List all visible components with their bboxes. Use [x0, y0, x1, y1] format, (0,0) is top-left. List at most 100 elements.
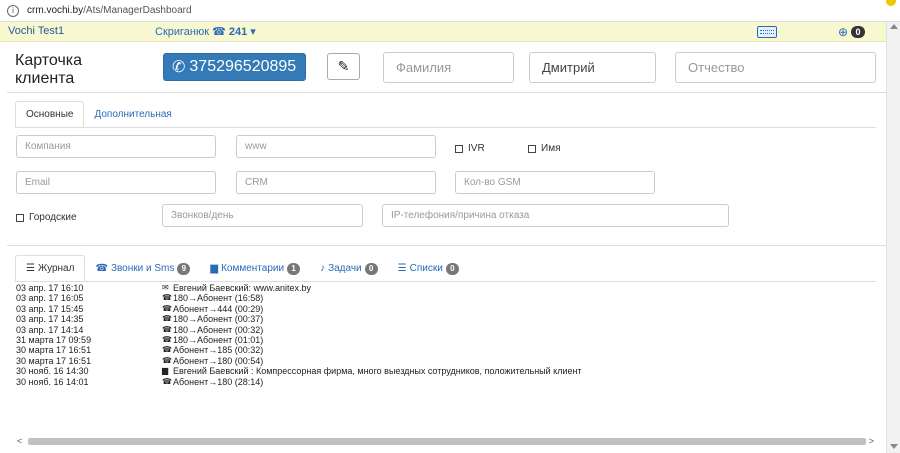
- count-badge: 9: [177, 262, 191, 275]
- ip-telephony-input[interactable]: IP-телефония/причина отказа: [382, 204, 729, 227]
- count-badge: 1: [287, 262, 301, 275]
- last-name-field[interactable]: Фамилия: [383, 52, 514, 83]
- entry-date: 30 марта 17 16:51: [16, 345, 92, 356]
- phone-icon: ☎: [212, 26, 226, 38]
- entry-text: 180→Абонент (01:01): [173, 334, 264, 345]
- phone-icon: ☎: [162, 334, 172, 344]
- url-text[interactable]: crm.vochi.by/Ats/ManagerDashboard: [27, 5, 192, 16]
- company-name[interactable]: Vochi Test1: [8, 25, 64, 37]
- tab-main[interactable]: Основные: [15, 101, 85, 128]
- tab-label: Звонки и Sms: [110, 263, 175, 274]
- entry-text: 180→Абонент (00:32): [173, 324, 264, 335]
- gsm-count-input[interactable]: Кол-во GSM: [455, 171, 655, 194]
- globe-icon[interactable]: ⊕: [838, 26, 848, 38]
- tab-label: Журнал: [37, 263, 75, 274]
- top-bar: Vochi Test1 Скриганюк ☎ 241 ▾ ⊕ 0: [0, 22, 886, 42]
- notification-badge[interactable]: 0: [851, 26, 865, 38]
- envelope-icon: ✉: [162, 283, 169, 292]
- calls-per-day-input[interactable]: Звонков/день: [162, 204, 363, 227]
- list-item: 03 апр. 17 15:45 ☎ Абонент→444 (00:29): [16, 304, 876, 314]
- page-title-line2: клиента: [15, 70, 75, 87]
- list-item: 03 апр. 17 16:05 ☎ 180→Абонент (16:58): [16, 293, 876, 303]
- edit-icon: ✎: [337, 58, 350, 74]
- tab-label: Задачи: [328, 263, 362, 274]
- tab-tasks[interactable]: ♪ Задачи 0: [310, 255, 388, 282]
- entry-date: 03 апр. 17 16:10: [16, 283, 84, 293]
- keyboard-icon[interactable]: [757, 26, 777, 38]
- list-item: 03 апр. 17 14:14 ☎ 180→Абонент (00:32): [16, 325, 876, 335]
- scroll-right-icon[interactable]: >: [869, 436, 874, 446]
- entry-date: 03 апр. 17 14:14: [16, 324, 84, 335]
- tab-comments[interactable]: ▆ Комментарии 1: [200, 255, 310, 282]
- entry-text: Абонент→444 (00:29): [173, 303, 264, 314]
- address-bar[interactable]: i crm.vochi.by/Ats/ManagerDashboard: [0, 0, 900, 22]
- name-checkbox[interactable]: Имя: [528, 143, 560, 154]
- scrollbar-thumb[interactable]: [28, 438, 866, 445]
- tab-lists[interactable]: ☰ Списки 0: [388, 255, 469, 282]
- scroll-down-icon[interactable]: [890, 444, 898, 449]
- info-icon[interactable]: i: [7, 4, 19, 17]
- name-label: Имя: [541, 143, 561, 154]
- entry-text: 180→Абонент (00:37): [173, 314, 264, 325]
- tab-underline: [15, 281, 876, 282]
- phone-number: 375296520895: [189, 58, 297, 75]
- comment-icon: ▆: [210, 263, 219, 274]
- tab-additional[interactable]: Дополнительная: [84, 101, 181, 128]
- scroll-left-icon[interactable]: <: [17, 436, 22, 446]
- tab-calls-sms[interactable]: ☎ Звонки и Sms 9: [85, 255, 200, 282]
- email-input[interactable]: Email: [16, 171, 216, 194]
- horizontal-scrollbar[interactable]: < >: [14, 435, 880, 447]
- page-title-line1: Карточка: [15, 52, 83, 69]
- entry-text: Абонент→180 (00:54): [173, 355, 264, 366]
- www-input[interactable]: www: [236, 135, 436, 158]
- user-name: Скриганюк: [155, 26, 210, 38]
- list-item: 31 марта 17 09:59 ☎ 180→Абонент (01:01): [16, 335, 876, 345]
- list-item: 30 марта 17 16:51 ☎ Абонент→185 (00:32): [16, 345, 876, 355]
- company-input[interactable]: Компания: [16, 135, 216, 158]
- vertical-scrollbar[interactable]: [886, 22, 900, 453]
- list-item: 30 марта 17 16:51 ☎ Абонент→180 (00:54): [16, 356, 876, 366]
- call-phone-button[interactable]: ✆ 375296520895: [163, 53, 306, 81]
- journal-list: 03 апр. 17 16:10 ✉ Евгений Баевский: www.a…: [16, 283, 876, 387]
- crm-input[interactable]: CRM: [236, 171, 436, 194]
- tab-journal[interactable]: ☰ Журнал: [15, 255, 86, 282]
- list-icon: ☰: [397, 263, 407, 274]
- entry-date: 30 нояб. 16 14:01: [16, 376, 89, 387]
- city-phones-checkbox[interactable]: Городские: [16, 212, 77, 223]
- middle-name-field[interactable]: Отчество: [675, 52, 876, 83]
- url-path: /Ats/ManagerDashboard: [83, 5, 192, 16]
- page-title: Карточка клиента: [15, 52, 82, 88]
- entry-text: Евгений Баевский: www.anitex.by: [173, 283, 312, 293]
- city-label: Городские: [29, 212, 77, 223]
- entry-text: 180→Абонент (16:58): [173, 293, 264, 304]
- ivr-label: IVR: [468, 143, 485, 154]
- edit-button[interactable]: ✎: [327, 53, 360, 80]
- info-tabs: Основные Дополнительная: [15, 101, 182, 128]
- list-item: 30 нояб. 16 14:01 ☎ Абонент→180 (28:14): [16, 377, 876, 387]
- phone-icon: ☎: [162, 324, 172, 334]
- entry-date: 30 марта 17 16:51: [16, 355, 92, 366]
- user-menu[interactable]: Скриганюк ☎ 241 ▾: [155, 25, 256, 38]
- count-badge: 0: [445, 262, 459, 275]
- first-name-field[interactable]: Дмитрий: [529, 52, 656, 83]
- phone-icon: ☎: [162, 376, 172, 386]
- tab-label: Комментарии: [221, 263, 285, 274]
- phone-icon: ☎: [162, 355, 172, 365]
- phone-icon: ☎: [95, 263, 108, 274]
- tab-underline: [15, 127, 876, 128]
- bell-icon: ♪: [320, 263, 326, 274]
- checkbox-icon: [528, 144, 536, 153]
- entry-date: 31 марта 17 09:59: [16, 334, 92, 345]
- url-host: crm.vochi.by: [27, 5, 84, 16]
- entry-text: Евгений Баевский : Компрессорная фирма, …: [173, 366, 582, 377]
- phone-icon: ☎: [162, 345, 172, 355]
- ivr-checkbox[interactable]: IVR: [455, 143, 485, 154]
- checkbox-icon: [16, 213, 24, 222]
- entry-date: 03 апр. 17 15:45: [16, 303, 84, 314]
- phone-icon: ☎: [162, 314, 172, 324]
- entry-date: 03 апр. 17 16:05: [16, 293, 84, 304]
- scroll-up-icon[interactable]: [890, 24, 898, 29]
- tab-label: Списки: [409, 263, 443, 274]
- extension-icon[interactable]: [886, 0, 896, 6]
- activity-tabs: ☰ Журнал ☎ Звонки и Sms 9 ▆ Комментарии 1 ♪ За…: [15, 255, 469, 282]
